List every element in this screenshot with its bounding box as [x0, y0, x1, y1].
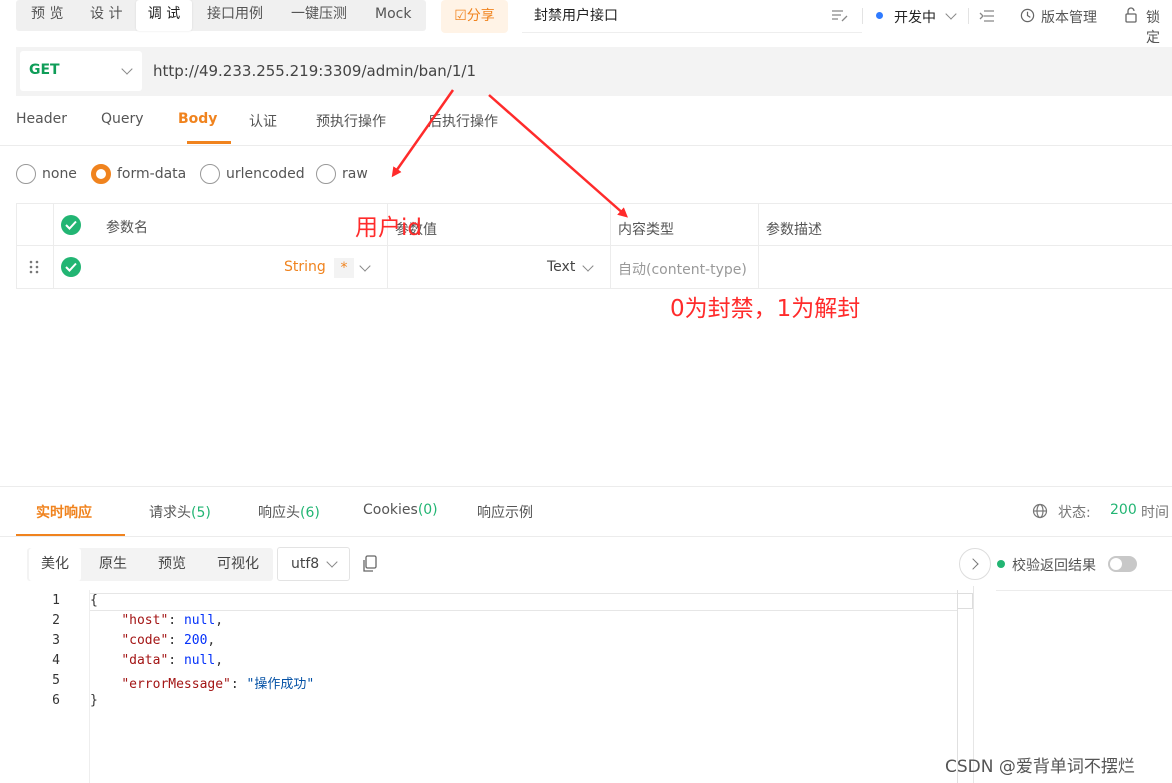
tab-label: Cookies — [363, 502, 418, 518]
code-token: 200 — [183, 633, 208, 648]
divider — [0, 486, 1172, 487]
code-token: "errorMessage" — [121, 677, 231, 692]
annotation-ban-note: 0为封禁，1为解封 — [670, 296, 861, 322]
watermark: CSDN @爱背单词不摆烂 — [945, 757, 1135, 777]
line-number: 1 — [52, 593, 60, 608]
divider — [0, 536, 1172, 537]
code-token: null — [183, 653, 216, 668]
tab-request-headers[interactable]: 请求头(5) — [149, 502, 211, 522]
tab-label: 响应头 — [258, 505, 300, 521]
annotation-user-id: 用户id — [355, 215, 422, 241]
format-raw-button[interactable]: 原生 — [85, 548, 141, 581]
tab-count: (6) — [300, 505, 320, 521]
code-token: , — [215, 613, 224, 628]
validate-status-dot — [997, 560, 1005, 568]
format-pretty-button[interactable]: 美化 — [29, 548, 81, 581]
tab-response-headers[interactable]: 响应头(6) — [258, 502, 320, 522]
expand-panel-button[interactable] — [959, 548, 991, 580]
chevron-down-icon — [326, 556, 338, 568]
tab-count: (5) — [191, 505, 211, 521]
code-token: "操作成功" — [246, 677, 315, 692]
code-token: null — [183, 613, 216, 628]
line-number: 2 — [52, 613, 60, 628]
format-visualize-button[interactable]: 可视化 — [205, 548, 271, 581]
encoding-select[interactable]: utf8 — [277, 547, 350, 581]
chevron-right-icon — [967, 558, 979, 570]
line-number: 4 — [52, 653, 60, 668]
code-token: : — [230, 677, 247, 692]
code-token: "code" — [121, 633, 169, 648]
code-token: : — [168, 613, 184, 628]
tab-realtime-response[interactable]: 实时响应 — [36, 502, 92, 522]
current-line-top — [90, 593, 958, 594]
status-label: 状态: — [1058, 505, 1091, 521]
code-token: , — [207, 633, 216, 648]
code-token: "host" — [121, 613, 169, 628]
code-line: "code": 200, — [90, 633, 215, 648]
code-token: , — [215, 653, 224, 668]
code-token: } — [90, 693, 98, 708]
code-line: "errorMessage": "操作成功" — [90, 673, 314, 692]
code-token: "data" — [121, 653, 169, 668]
code-token: { — [90, 593, 98, 608]
code-line: "data": null, — [90, 653, 223, 668]
time-label: 时间 — [1141, 505, 1169, 521]
current-line-bottom — [90, 610, 958, 611]
globe-icon — [1032, 503, 1048, 523]
divider — [996, 590, 1172, 591]
tab-response-example[interactable]: 响应示例 — [477, 502, 533, 522]
code-line: { — [90, 593, 98, 608]
line-number: 6 — [52, 693, 60, 708]
validate-toggle[interactable] — [1108, 556, 1137, 572]
status-code: 200 — [1110, 502, 1137, 518]
tab-count: (0) — [417, 502, 438, 518]
copy-icon[interactable] — [362, 555, 378, 577]
code-line: } — [90, 693, 98, 708]
tab-cookies[interactable]: Cookies(0) — [363, 502, 438, 518]
format-preview-button[interactable]: 预览 — [145, 548, 199, 581]
line-number: 3 — [52, 633, 60, 648]
scrollbar-thumb[interactable] — [957, 593, 973, 609]
line-number: 5 — [52, 673, 60, 688]
encoding-value: utf8 — [291, 556, 320, 572]
tab-label: 请求头 — [149, 505, 191, 521]
format-toggle-group: 美化 原生 预览 可视化 — [27, 548, 273, 581]
code-token: : — [168, 633, 184, 648]
code-line: "host": null, — [90, 613, 223, 628]
code-token: : — [168, 653, 184, 668]
validate-label: 校验返回结果 — [1012, 558, 1096, 574]
